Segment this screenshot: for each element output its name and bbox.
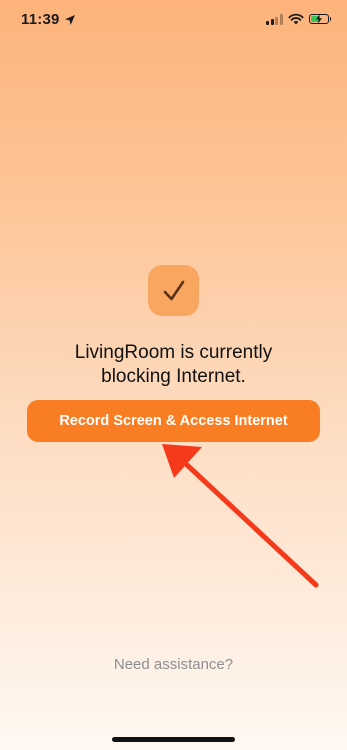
status-time-group: 11:39 xyxy=(21,11,76,28)
status-bar: 11:39 xyxy=(0,0,347,44)
charging-bolt-icon xyxy=(315,14,322,24)
home-indicator[interactable] xyxy=(112,737,235,742)
wifi-icon xyxy=(287,13,304,25)
checkmark-badge xyxy=(148,265,199,316)
blocking-message-line-2: blocking Internet. xyxy=(101,366,246,387)
status-time: 11:39 xyxy=(21,11,60,28)
record-screen-access-internet-button[interactable]: Record Screen & Access Internet xyxy=(27,400,320,442)
blocking-screen: 11:39 LivingRoom is currently blocking I… xyxy=(0,0,347,750)
blocking-message: LivingRoom is currently blocking Interne… xyxy=(0,341,347,389)
location-arrow-icon xyxy=(64,14,75,25)
need-assistance-link[interactable]: Need assistance? xyxy=(0,656,347,673)
battery-charging-icon xyxy=(308,14,331,24)
blocking-message-line-1: LivingRoom is currently xyxy=(74,342,273,363)
checkmark-icon xyxy=(163,280,184,300)
status-icons xyxy=(266,13,331,25)
cellular-signal-icon xyxy=(266,14,283,25)
